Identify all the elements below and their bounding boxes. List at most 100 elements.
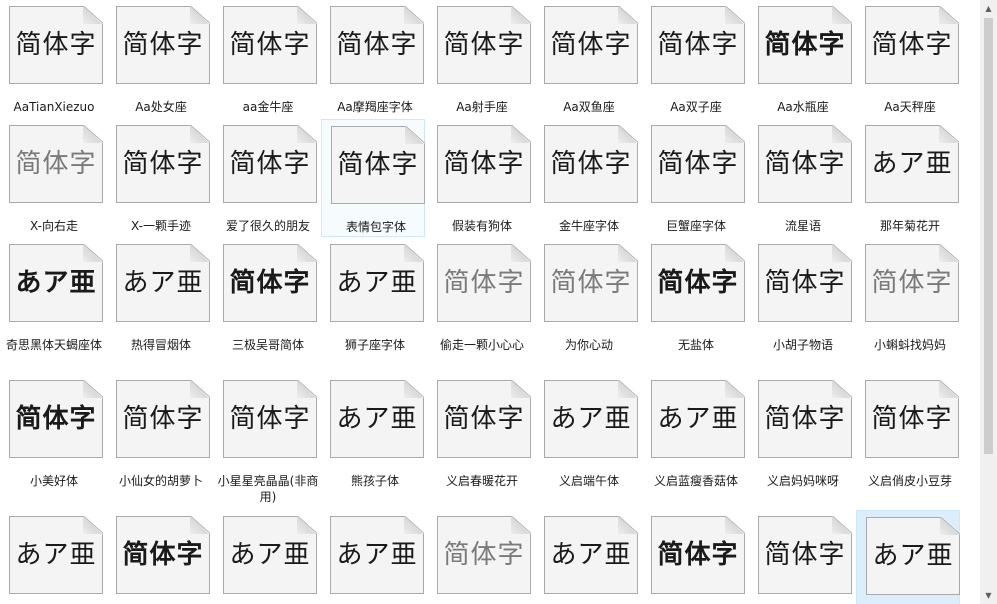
font-preview-text: 简体字 xyxy=(871,268,953,298)
font-preview-text: あア亜 xyxy=(871,149,953,179)
font-preview-text: 简体字 xyxy=(443,404,525,434)
font-file-item[interactable]: あア亜 xyxy=(321,510,425,604)
font-file-item[interactable]: 简体字 三极吴哥简体 xyxy=(214,238,318,368)
font-file-item[interactable]: あア亜 熊孩子体 xyxy=(321,374,425,504)
font-file-item[interactable]: 简体字 假装有狗体 xyxy=(428,119,532,237)
font-file-item[interactable]: 简体字 AaTianXiezuo xyxy=(0,0,104,118)
font-file-item[interactable]: 简体字 Aa处女座 xyxy=(107,0,211,118)
font-preview-text: あア亜 xyxy=(15,268,97,298)
font-file-item[interactable]: 简体字 Aa双子座 xyxy=(642,0,746,118)
font-preview-text: 简体字 xyxy=(229,268,311,298)
font-preview-text: あア亜 xyxy=(122,268,204,298)
font-file-item[interactable]: 简体字 义启妈妈咪呀 xyxy=(749,374,853,504)
font-file-item[interactable]: 简体字 Aa水瓶座 xyxy=(749,0,853,118)
font-file-item[interactable]: あア亜 狮子座字体 xyxy=(321,238,425,368)
font-file-item[interactable]: 简体字小仙女的胡萝卜 xyxy=(107,374,211,504)
font-preview-text: 简体字 xyxy=(443,268,525,298)
font-preview-text: 简体字 xyxy=(764,149,846,179)
font-file-label: 金牛座字体 xyxy=(558,219,619,233)
font-file-label: 熊孩子体 xyxy=(350,474,399,488)
font-preview-text: 简体字 xyxy=(122,404,204,434)
font-file-item[interactable]: 简体字 xyxy=(642,510,746,604)
font-preview-text: 简体字 xyxy=(550,268,632,298)
font-file-item[interactable]: 简体字 Aa双鱼座 xyxy=(535,0,639,118)
font-file-item[interactable]: 简体字爱了很久的朋友 xyxy=(214,119,318,237)
font-file-label: Aa天秤座 xyxy=(884,100,936,114)
scroll-up-arrow-icon[interactable]: ▲ xyxy=(980,0,997,17)
font-file-item[interactable]: あア亜 义启端午体 xyxy=(535,374,639,504)
font-file-item[interactable]: 简体字 xyxy=(107,510,211,604)
font-file-item[interactable]: 简体字 xyxy=(428,510,532,604)
font-file-item[interactable]: あア亜 xyxy=(535,510,639,604)
font-file-item[interactable]: 简体字 Aa摩羯座字体 xyxy=(321,0,425,118)
font-preview-text: 简体字 xyxy=(15,30,97,60)
font-file-item[interactable]: 简体字 aa金牛座 xyxy=(214,0,318,118)
font-file-item[interactable]: 简体字 无盐体 xyxy=(642,238,746,368)
scroll-down-arrow-icon[interactable]: ▼ xyxy=(980,587,997,604)
font-file-label: 表情包字体 xyxy=(345,220,406,234)
font-preview-text: 简体字 xyxy=(122,540,204,570)
font-file-item[interactable]: あア亜 xyxy=(214,510,318,604)
font-file-label: 小蝌蚪找妈妈 xyxy=(873,338,946,352)
font-file-label: Aa处女座 xyxy=(135,100,187,114)
font-file-item[interactable]: 简体字 小星星亮晶晶(非商用) xyxy=(214,374,318,504)
font-file-label: 义启俏皮小豆芽 xyxy=(867,474,952,488)
font-file-item[interactable]: 简体字 表情包字体 xyxy=(321,119,425,237)
font-file-label: 爱了很久的朋友 xyxy=(225,219,310,233)
font-preview-text: 简体字 xyxy=(122,149,204,179)
font-file-item[interactable]: 简体字 Aa射手座 xyxy=(428,0,532,118)
font-file-label: 假装有狗体 xyxy=(451,219,512,233)
font-file-label: 巨蟹座字体 xyxy=(665,219,726,233)
font-file-label: 义启端午体 xyxy=(558,474,619,488)
font-file-item[interactable]: 简体字义启俏皮小豆芽 xyxy=(856,374,960,504)
font-preview-text: 简体字 xyxy=(443,540,525,570)
font-file-label: 小仙女的胡萝卜 xyxy=(118,474,203,488)
font-file-label: Aa双鱼座 xyxy=(563,100,615,114)
font-file-item[interactable]: 简体字 小蝌蚪找妈妈 xyxy=(856,238,960,368)
font-preview-text: 简体字 xyxy=(550,30,632,60)
font-preview-text: 简体字 xyxy=(871,30,953,60)
font-file-label: 三极吴哥简体 xyxy=(231,338,304,352)
font-preview-text: あア亜 xyxy=(229,540,311,570)
font-file-item[interactable]: 简体字 偷走一颗小心心 xyxy=(428,238,532,368)
font-preview-text: 简体字 xyxy=(15,404,97,434)
font-file-item[interactable]: 简体字 小胡子物语 xyxy=(749,238,853,368)
font-preview-text: 简体字 xyxy=(229,404,311,434)
font-file-label: 流星语 xyxy=(784,219,821,233)
font-preview-text: あア亜 xyxy=(550,404,632,434)
font-file-label: 义启春暖花开 xyxy=(445,474,518,488)
font-file-item[interactable]: 简体字 小美好体 xyxy=(0,374,104,504)
font-file-label: 那年菊花开 xyxy=(879,219,940,233)
font-file-grid[interactable]: 简体字 AaTianXiezuo 简体字 Aa处女座 简体字 aa金牛座 简体字 Aa摩羯座字… xyxy=(0,0,980,604)
font-file-item[interactable]: 简体字 X-向右走 xyxy=(0,119,104,237)
font-file-label: Aa水瓶座 xyxy=(777,100,829,114)
font-file-item[interactable]: あア亜 xyxy=(0,510,104,604)
font-preview-text: 简体字 xyxy=(229,149,311,179)
font-file-item[interactable]: あア亜 热得冒烟体 xyxy=(107,238,211,368)
scrollbar-thumb[interactable] xyxy=(984,18,993,454)
font-file-item[interactable]: あア亜 xyxy=(856,510,960,604)
font-file-item[interactable]: あア亜 义启蓝瘦香菇体 xyxy=(642,374,746,504)
font-file-label: 无盐体 xyxy=(677,338,714,352)
font-preview-text: あア亜 xyxy=(872,541,954,571)
font-file-item[interactable]: 简体字 流星语 xyxy=(749,119,853,237)
font-preview-text: 简体字 xyxy=(871,404,953,434)
font-file-item[interactable]: 简体字 义启春暖花开 xyxy=(428,374,532,504)
vertical-scrollbar[interactable]: ▲ ▼ xyxy=(980,0,997,604)
font-file-label: X-向右走 xyxy=(30,219,78,233)
font-preview-text: 简体字 xyxy=(122,30,204,60)
font-file-label: 义启蓝瘦香菇体 xyxy=(653,474,738,488)
font-preview-text: あア亜 xyxy=(550,540,632,570)
font-file-item[interactable]: 简体字 金牛座字体 xyxy=(535,119,639,237)
font-file-label: 热得冒烟体 xyxy=(130,338,191,352)
font-file-item[interactable]: 简体字 xyxy=(749,510,853,604)
font-file-item[interactable]: あア亜 那年菊花开 xyxy=(856,119,960,237)
font-preview-text: 简体字 xyxy=(443,30,525,60)
font-file-item[interactable]: 简体字 X-一颗手迹 xyxy=(107,119,211,237)
font-file-label: 为你心动 xyxy=(564,338,613,352)
font-file-item[interactable]: あア亜 奇思黑体天蝎座体 xyxy=(0,238,104,368)
font-file-item[interactable]: 简体字 Aa天秤座 xyxy=(856,0,960,118)
font-file-item[interactable]: 简体字 为你心动 xyxy=(535,238,639,368)
font-preview-text: 简体字 xyxy=(657,540,739,570)
font-file-item[interactable]: 简体字 巨蟹座字体 xyxy=(642,119,746,237)
